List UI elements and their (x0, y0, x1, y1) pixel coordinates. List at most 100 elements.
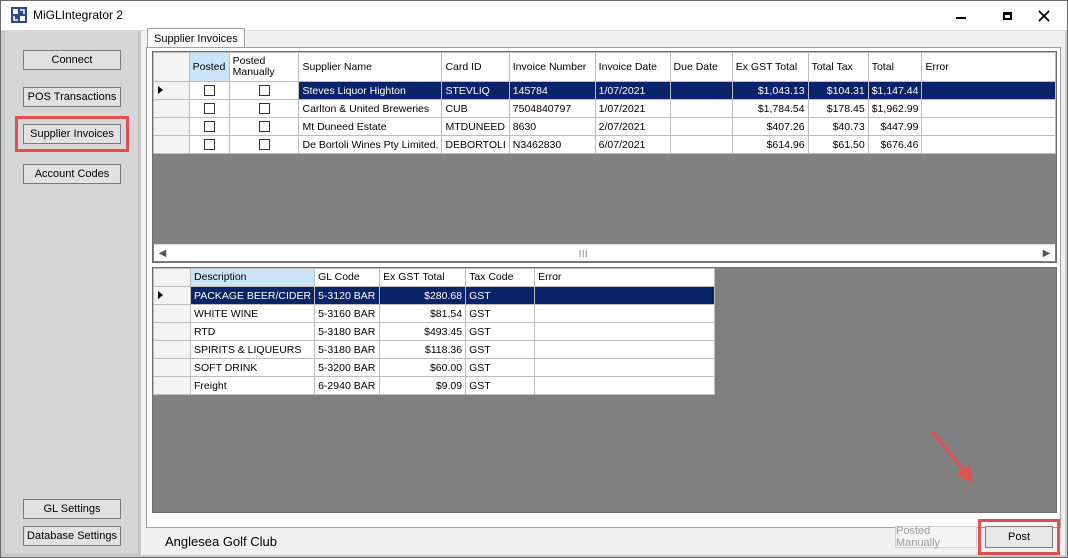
card-id-cell[interactable]: CUB (441, 99, 510, 118)
posted-manually-checkbox-cell[interactable] (228, 99, 300, 118)
error-cell[interactable] (534, 322, 716, 341)
row-selector[interactable] (153, 81, 190, 100)
post-button[interactable]: Post (978, 519, 1060, 555)
row-selector[interactable] (153, 358, 191, 377)
col-ex-gst-total[interactable]: Ex GST Total (731, 52, 809, 82)
invoice-number-cell[interactable]: 8630 (508, 117, 596, 136)
gl-code-cell[interactable]: 5-3180 BAR (314, 322, 381, 341)
col-card-id[interactable]: Card ID (441, 52, 510, 82)
invoice-number-cell[interactable]: 145784 (508, 81, 596, 100)
invoice-number-cell[interactable]: N3462830 (508, 135, 596, 154)
ex-gst-cell[interactable]: $9.09 (379, 376, 467, 395)
posted-manually-checkbox[interactable] (258, 103, 270, 115)
description-cell[interactable]: Freight (189, 376, 316, 395)
tax-code-cell[interactable]: GST (465, 358, 536, 377)
total-cell[interactable]: $676.46 (867, 135, 923, 154)
card-id-cell[interactable]: DEBORTOLI (441, 135, 510, 154)
description-cell[interactable]: RTD (189, 322, 316, 341)
ex-gst-cell[interactable]: $81.54 (379, 304, 467, 323)
invoice-row[interactable]: Steves Liquor Highton STEVLIQ 145784 1/0… (153, 81, 1056, 100)
total-cell[interactable]: $1,962.99 (867, 99, 923, 118)
col-invoice-date[interactable]: Invoice Date (594, 52, 671, 82)
account-codes-button[interactable]: Account Codes (23, 164, 121, 184)
error-cell[interactable] (534, 358, 716, 377)
pos-transactions-button[interactable]: POS Transactions (23, 87, 121, 107)
line-row[interactable]: RTD 5-3180 BAR $493.45 GST (153, 322, 716, 341)
invoice-date-cell[interactable]: 2/07/2021 (594, 117, 671, 136)
error-cell[interactable] (921, 117, 1056, 136)
error-cell[interactable] (534, 340, 716, 359)
ex-gst-cell[interactable]: $407.26 (731, 117, 809, 136)
col-gl-code[interactable]: GL Code (314, 268, 381, 287)
col-posted[interactable]: Posted (188, 52, 230, 82)
line-row[interactable]: SOFT DRINK 5-3200 BAR $60.00 GST (153, 358, 716, 377)
col-invoice-number[interactable]: Invoice Number (508, 52, 596, 82)
invoice-row[interactable]: Carlton & United Breweries CUB 750484079… (153, 99, 1056, 118)
close-button[interactable] (1021, 1, 1067, 31)
posted-manually-checkbox[interactable] (258, 139, 270, 151)
col-error[interactable]: Error (921, 52, 1056, 82)
row-selector[interactable] (153, 117, 190, 136)
col-supplier-name[interactable]: Supplier Name (298, 52, 443, 82)
posted-checkbox-cell[interactable] (188, 117, 230, 136)
gl-settings-button[interactable]: GL Settings (23, 499, 121, 519)
connect-button[interactable]: Connect (23, 50, 121, 70)
description-cell[interactable]: WHITE WINE (189, 304, 316, 323)
error-cell[interactable] (534, 304, 716, 323)
posted-checkbox[interactable] (203, 85, 215, 97)
invoice-row[interactable]: De Bortoli Wines Pty Limited. DEBORTOLI … (153, 135, 1056, 154)
due-date-cell[interactable] (669, 81, 733, 100)
tax-code-cell[interactable]: GST (465, 286, 536, 305)
gl-code-cell[interactable]: 5-3180 BAR (314, 340, 381, 359)
col-description[interactable]: Description (189, 268, 316, 287)
tax-code-cell[interactable]: GST (465, 376, 536, 395)
tax-code-cell[interactable]: GST (465, 304, 536, 323)
due-date-cell[interactable] (669, 117, 733, 136)
posted-manually-checkbox[interactable] (258, 85, 270, 97)
line-row[interactable]: SPIRITS & LIQUEURS 5-3180 BAR $118.36 GS… (153, 340, 716, 359)
supplier-name-cell[interactable]: Steves Liquor Highton (298, 81, 443, 100)
scroll-right-icon[interactable]: ▶ (1038, 245, 1055, 261)
posted-manually-checkbox-cell[interactable] (228, 135, 300, 154)
col-total[interactable]: Total (867, 52, 923, 82)
database-settings-button[interactable]: Database Settings (23, 526, 121, 546)
invoice-date-cell[interactable]: 1/07/2021 (594, 99, 671, 118)
invoice-date-cell[interactable]: 6/07/2021 (594, 135, 671, 154)
gl-code-cell[interactable]: 5-3120 BAR (314, 286, 381, 305)
ex-gst-cell[interactable]: $614.96 (731, 135, 809, 154)
col-tax-code[interactable]: Tax Code (465, 268, 536, 287)
posted-checkbox[interactable] (203, 139, 215, 151)
col-due-date[interactable]: Due Date (669, 52, 733, 82)
horizontal-scrollbar[interactable]: ◀ ||| ▶ (154, 244, 1055, 261)
error-cell[interactable] (921, 99, 1056, 118)
tax-cell[interactable]: $61.50 (807, 135, 869, 154)
due-date-cell[interactable] (669, 135, 733, 154)
scroll-left-icon[interactable]: ◀ (154, 245, 171, 261)
supplier-invoices-button[interactable]: Supplier Invoices (15, 116, 129, 152)
ex-gst-cell[interactable]: $60.00 (379, 358, 467, 377)
error-cell[interactable] (921, 135, 1056, 154)
row-selector[interactable] (153, 376, 191, 395)
tab-supplier-invoices[interactable]: Supplier Invoices (147, 28, 245, 48)
row-selector[interactable] (153, 286, 191, 305)
line-row[interactable]: WHITE WINE 5-3160 BAR $81.54 GST (153, 304, 716, 323)
tax-cell[interactable]: $40.73 (807, 117, 869, 136)
description-cell[interactable]: PACKAGE BEER/CIDER (189, 286, 316, 305)
row-selector[interactable] (153, 135, 190, 154)
line-row[interactable]: PACKAGE BEER/CIDER 5-3120 BAR $280.68 GS… (153, 286, 716, 305)
posted-checkbox[interactable] (203, 121, 215, 133)
posted-manually-checkbox-cell[interactable] (228, 117, 300, 136)
ex-gst-cell[interactable]: $1,043.13 (731, 81, 809, 100)
ex-gst-cell[interactable]: $280.68 (379, 286, 467, 305)
posted-checkbox[interactable] (203, 103, 215, 115)
invoice-number-cell[interactable]: 7504840797 (508, 99, 596, 118)
supplier-name-cell[interactable]: Mt Duneed Estate (298, 117, 443, 136)
ex-gst-cell[interactable]: $118.36 (379, 340, 467, 359)
posted-checkbox-cell[interactable] (188, 99, 230, 118)
gl-code-cell[interactable]: 5-3160 BAR (314, 304, 381, 323)
posted-manually-button[interactable]: Posted Manually (895, 525, 977, 549)
col-error[interactable]: Error (534, 268, 716, 287)
ex-gst-cell[interactable]: $1,784.54 (731, 99, 809, 118)
card-id-cell[interactable]: MTDUNEED (441, 117, 510, 136)
tax-code-cell[interactable]: GST (465, 340, 536, 359)
